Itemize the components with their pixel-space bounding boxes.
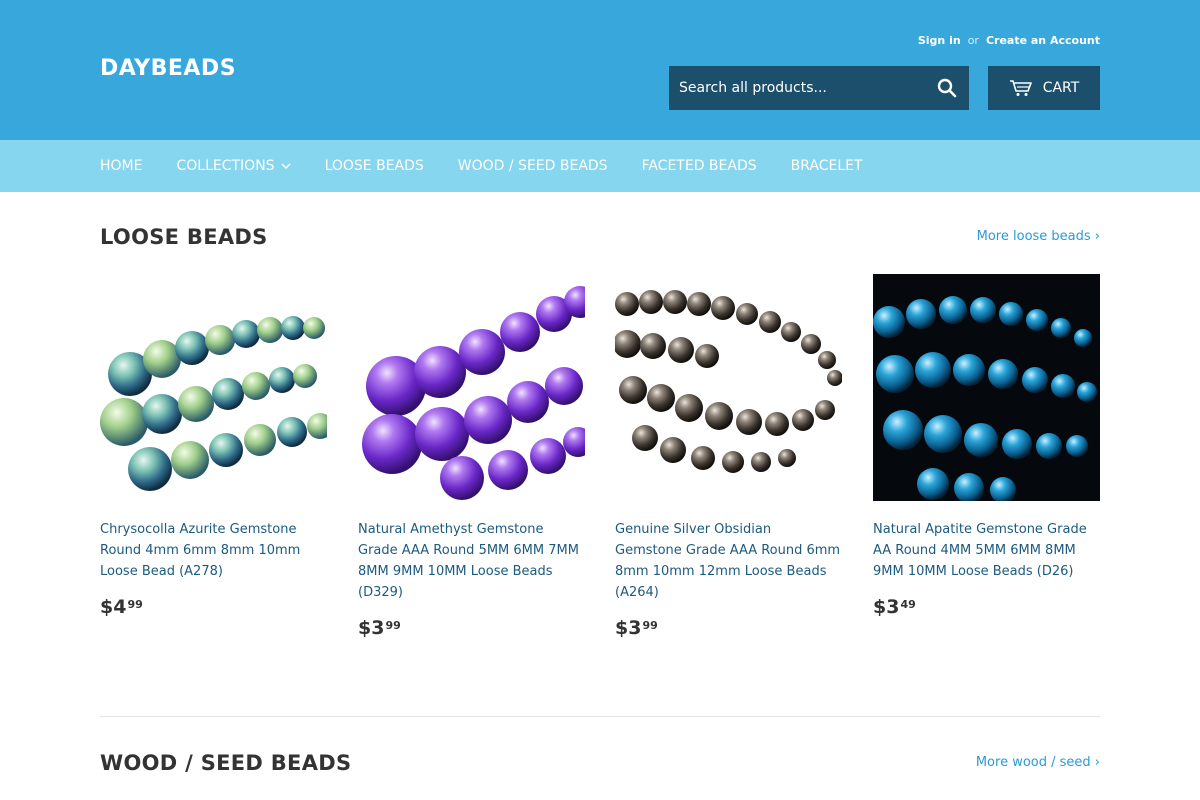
cart-icon — [1009, 80, 1032, 96]
cart-label: CART — [1042, 80, 1080, 96]
product-image-silver-obsidian[interactable] — [615, 274, 842, 501]
more-wood-seed-link[interactable]: More wood / seed › — [976, 755, 1100, 770]
search-form — [669, 66, 969, 110]
nav-item-label: COLLECTIONS — [176, 158, 275, 174]
product-title[interactable]: Genuine Silver Obsidian Gemstone Grade A… — [615, 519, 842, 603]
nav-item-home[interactable]: HOME — [100, 158, 142, 174]
section-title-loose-beads: LOOSE BEADS — [100, 225, 268, 249]
search-button[interactable] — [925, 66, 969, 110]
price-main: $3 — [358, 617, 385, 639]
account-links: Sign in or Create an Account — [918, 34, 1100, 47]
more-loose-beads-link[interactable]: More loose beads › — [977, 229, 1100, 244]
product-price: $4 99 — [100, 596, 327, 618]
nav-item-wood-seed-beads[interactable]: WOOD / SEED BEADS — [458, 158, 608, 174]
price-main: $4 — [100, 596, 127, 618]
product-grid: Chrysocolla Azurite Gemstone Round 4mm 6… — [100, 274, 1100, 654]
product-price: $3 99 — [615, 617, 842, 639]
nav-item-label: WOOD / SEED BEADS — [457, 158, 608, 174]
nav-list: HOME COLLECTIONS LOOSE BEADS WOOD / SEED… — [100, 140, 897, 192]
price-cents: 99 — [385, 619, 401, 632]
product-card[interactable]: Genuine Silver Obsidian Gemstone Grade A… — [615, 274, 842, 639]
or-separator: or — [967, 34, 979, 47]
site-logo[interactable]: DAYBEADS — [100, 56, 236, 81]
price-cents: 99 — [127, 598, 143, 611]
nav-item-label: LOOSE BEADS — [324, 158, 424, 174]
product-image-chrysocolla[interactable] — [100, 274, 327, 501]
nav-item-label: FACETED BEADS — [641, 158, 757, 174]
product-title[interactable]: Natural Amethyst Gemstone Grade AAA Roun… — [358, 519, 585, 603]
price-main: $3 — [873, 596, 900, 618]
search-input[interactable] — [669, 66, 925, 110]
nav-item-label: HOME — [100, 158, 143, 174]
price-cents: 49 — [900, 598, 916, 611]
main-nav: HOME COLLECTIONS LOOSE BEADS WOOD / SEED… — [0, 140, 1200, 192]
product-title[interactable]: Natural Apatite Gemstone Grade AA Round … — [873, 519, 1100, 582]
nav-item-label: BRACELET — [790, 158, 863, 174]
sign-in-link[interactable]: Sign in — [918, 34, 961, 47]
cart-button[interactable]: CART — [988, 66, 1100, 110]
price-cents: 99 — [642, 619, 658, 632]
product-title[interactable]: Chrysocolla Azurite Gemstone Round 4mm 6… — [100, 519, 327, 582]
chevron-down-icon — [281, 163, 291, 169]
section-title-wood-seed-beads: WOOD / SEED BEADS — [100, 751, 352, 775]
product-card[interactable]: Chrysocolla Azurite Gemstone Round 4mm 6… — [100, 274, 327, 618]
product-image-apatite[interactable] — [873, 274, 1100, 501]
nav-item-collections[interactable]: COLLECTIONS — [176, 158, 291, 174]
nav-item-bracelet[interactable]: BRACELET — [791, 158, 863, 174]
product-card[interactable]: Natural Amethyst Gemstone Grade AAA Roun… — [358, 274, 585, 639]
product-price: $3 49 — [873, 596, 1100, 618]
product-image-amethyst[interactable] — [358, 274, 585, 501]
price-main: $3 — [615, 617, 642, 639]
search-icon — [937, 78, 957, 98]
nav-item-loose-beads[interactable]: LOOSE BEADS — [325, 158, 424, 174]
product-card[interactable]: Natural Apatite Gemstone Grade AA Round … — [873, 274, 1100, 618]
create-account-link[interactable]: Create an Account — [986, 34, 1100, 47]
section-divider — [100, 716, 1100, 717]
nav-item-faceted-beads[interactable]: FACETED BEADS — [642, 158, 757, 174]
product-price: $3 99 — [358, 617, 585, 639]
site-header: DAYBEADS Sign in or Create an Account CART — [0, 0, 1200, 140]
